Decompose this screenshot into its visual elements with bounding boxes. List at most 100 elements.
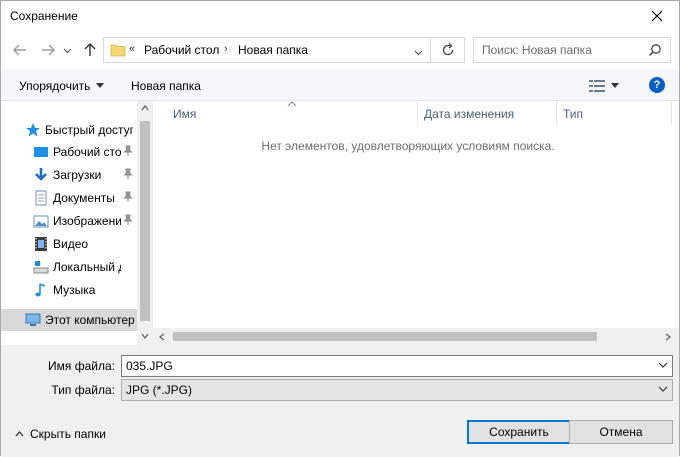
column-header-type[interactable]: Тип (563, 101, 663, 127)
sidebar-item-label: Изображения (53, 214, 121, 228)
column-divider[interactable] (556, 101, 557, 125)
filename-field[interactable]: 035.JPG (121, 355, 673, 377)
filetype-value: JPG (*.JPG) (126, 383, 193, 397)
save-button[interactable]: Сохранить (467, 420, 571, 444)
chevron-down-icon (141, 333, 149, 339)
sidebar-item-this-pc[interactable]: Этот компьютер (1, 309, 137, 331)
column-label: Тип (563, 107, 584, 121)
drive-icon (33, 261, 49, 274)
sidebar-item-label: Документы (53, 191, 115, 205)
hide-folders-label: Скрыть папки (30, 427, 106, 441)
star-icon (26, 123, 40, 137)
computer-icon (25, 313, 41, 326)
documents-icon (35, 190, 47, 206)
navigation-scrollbar[interactable] (137, 101, 153, 345)
sidebar-item-quick-access[interactable]: Быстрый доступ (1, 119, 137, 141)
close-button[interactable] (635, 1, 679, 31)
file-list: Имя Дата изменения Тип Нет элементов, уд… (153, 101, 679, 345)
sidebar-item-label: Видео (53, 237, 89, 251)
horizontal-scrollbar[interactable] (153, 328, 679, 345)
scrollbar-thumb[interactable] (140, 121, 150, 321)
arrow-up-icon (84, 43, 96, 56)
chevron-down-icon (658, 386, 668, 392)
save-dialog: Сохранение « Рабочий стол › Новая папка (0, 0, 680, 457)
search-box[interactable]: Поиск: Новая папка (473, 37, 671, 63)
filename-value: 035.JPG (126, 359, 173, 373)
help-button[interactable]: ? (649, 77, 665, 93)
breadcrumb-desktop[interactable]: Рабочий стол (144, 43, 219, 57)
sidebar-item-label: Рабочий стол (53, 145, 121, 159)
back-button[interactable] (11, 41, 29, 59)
column-header-date[interactable]: Дата изменения (424, 101, 554, 127)
address-bar[interactable]: « Рабочий стол › Новая папка (103, 37, 465, 63)
column-label: Дата изменения (424, 107, 515, 121)
chevron-down-icon (414, 50, 423, 56)
pin-icon (123, 214, 133, 225)
chevron-down-icon (96, 83, 105, 88)
chevron-up-icon (141, 105, 149, 111)
pin-icon (123, 191, 133, 202)
recent-locations-button[interactable] (61, 41, 73, 59)
title-bar: Сохранение (1, 1, 679, 31)
pin-icon (123, 145, 133, 156)
cancel-button[interactable]: Отмена (569, 420, 673, 444)
filetype-label: Тип файла: (51, 383, 115, 397)
breadcrumb-separator: › (224, 43, 228, 55)
music-icon (35, 283, 46, 297)
chevron-down-icon (63, 48, 71, 53)
filename-label: Имя файла: (48, 359, 115, 373)
sidebar-item-local-disk[interactable]: Локальный диск (1, 256, 137, 278)
column-divider[interactable] (671, 101, 672, 125)
breadcrumb-new-folder[interactable]: Новая папка (238, 43, 308, 57)
video-icon (35, 237, 47, 251)
sidebar-item-pictures[interactable]: Изображения (1, 210, 137, 232)
sidebar-item-desktop[interactable]: Рабочий стол (1, 141, 137, 163)
organize-button[interactable]: Упорядочить (19, 79, 105, 93)
sidebar-item-video[interactable]: Видео (1, 233, 137, 255)
sidebar-item-downloads[interactable]: Загрузки (1, 164, 137, 186)
sidebar-item-label: Музыка (53, 283, 96, 297)
search-icon (649, 44, 661, 56)
organize-label: Упорядочить (19, 79, 91, 93)
close-icon (651, 10, 663, 22)
chevron-up-icon (15, 431, 24, 437)
column-label: Имя (173, 107, 197, 121)
chevron-left-icon (159, 333, 165, 341)
filetype-select[interactable]: JPG (*.JPG) (121, 379, 673, 401)
refresh-button[interactable] (440, 42, 456, 61)
chevron-right-icon (665, 333, 671, 341)
arrow-left-icon (13, 44, 26, 56)
sidebar-item-label: Быстрый доступ (45, 123, 133, 137)
command-bar: Упорядочить Новая папка ? (1, 69, 679, 101)
navigation-pane: Быстрый доступ Рабочий стол Загрузки Док… (1, 101, 153, 345)
pictures-icon (33, 215, 49, 228)
address-dropdown-button[interactable] (414, 46, 423, 60)
arrow-right-icon (42, 44, 55, 56)
scrollbar-thumb[interactable] (173, 332, 597, 341)
desktop-icon (34, 147, 48, 157)
search-input[interactable]: Поиск: Новая папка (482, 43, 592, 57)
up-button[interactable] (81, 41, 99, 59)
hide-folders-button[interactable]: Скрыть папки (15, 427, 106, 441)
sidebar-item-label: Загрузки (53, 168, 102, 182)
column-header-name[interactable]: Имя (173, 101, 417, 127)
view-options-button[interactable] (589, 79, 619, 93)
details-view-icon (589, 80, 605, 92)
chevron-down-icon (658, 362, 668, 368)
new-folder-button[interactable]: Новая папка (131, 79, 201, 93)
chevron-down-icon (611, 83, 619, 88)
empty-message: Нет элементов, удовлетворяющих условиям … (261, 139, 555, 153)
breadcrumb-overflow[interactable]: « (129, 43, 135, 55)
sidebar-item-documents[interactable]: Документы (1, 187, 137, 209)
download-icon (35, 168, 47, 181)
address-divider (430, 38, 431, 62)
sidebar-item-music[interactable]: Музыка (1, 279, 137, 301)
column-divider[interactable] (417, 101, 418, 125)
folder-icon (110, 44, 126, 57)
window-title: Сохранение (10, 9, 78, 23)
refresh-icon (442, 43, 454, 56)
pin-icon (123, 168, 133, 179)
sidebar-item-label: Этот компьютер (45, 313, 135, 327)
sidebar-item-label: Локальный диск (53, 260, 121, 274)
forward-button[interactable] (39, 41, 57, 59)
